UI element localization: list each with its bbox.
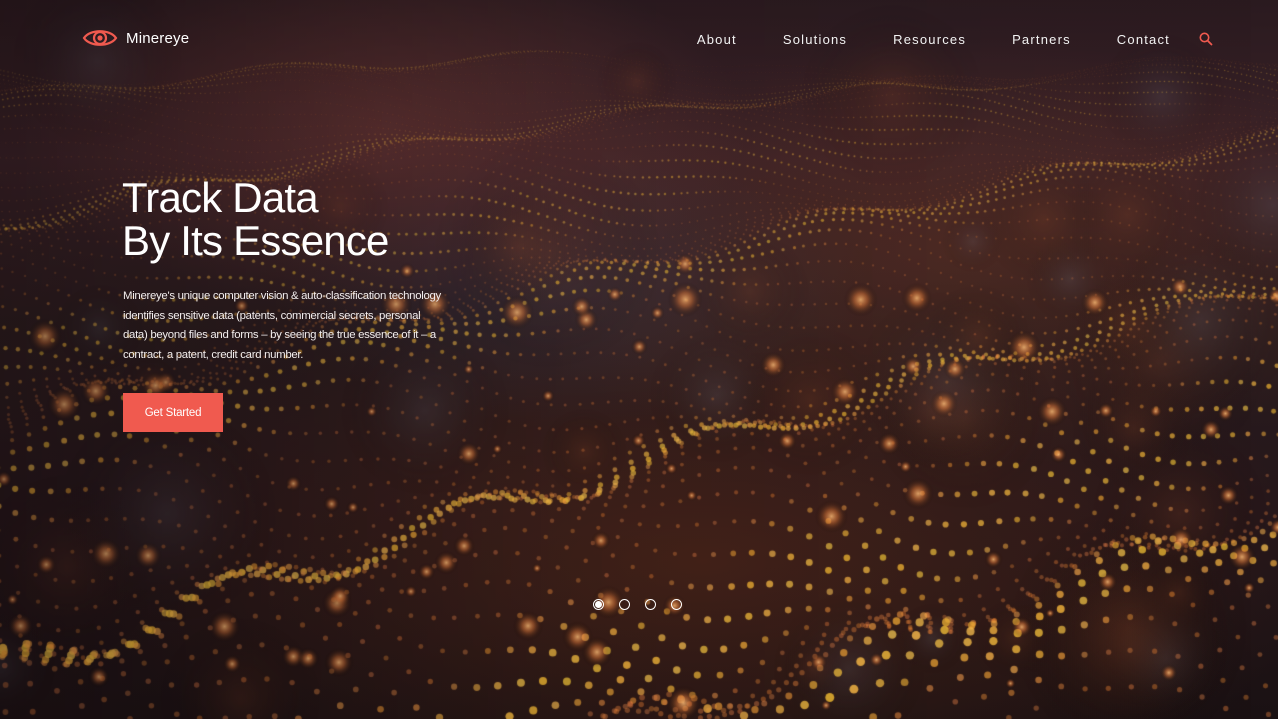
carousel-dot-1[interactable] [593, 599, 604, 610]
nav-item-resources[interactable]: Resources [893, 32, 966, 47]
headline-line-2: By Its Essence [122, 217, 389, 264]
brand-logo[interactable]: Minereye [82, 26, 189, 50]
hero-headline: Track Data By Its Essence [122, 176, 389, 262]
carousel-indicators [593, 599, 682, 610]
hero-section: Minereye About Solutions Resources Partn… [0, 0, 1278, 719]
nav-item-about[interactable]: About [697, 32, 737, 47]
eye-icon [82, 30, 118, 46]
carousel-dot-2[interactable] [619, 599, 630, 610]
brand-name: Minereye [126, 29, 190, 47]
nav-item-contact[interactable]: Contact [1117, 32, 1170, 47]
search-icon[interactable] [1198, 31, 1214, 47]
nav-item-partners[interactable]: Partners [1012, 32, 1071, 47]
carousel-dot-4[interactable] [671, 599, 682, 610]
get-started-button[interactable]: Get Started [123, 393, 223, 432]
carousel-dot-3[interactable] [645, 599, 656, 610]
headline-line-1: Track Data [122, 174, 319, 221]
hero-description: Minereye's unique computer vision & auto… [123, 290, 441, 361]
main-nav: About Solutions Resources Partners Conta… [697, 31, 1214, 47]
nav-item-solutions[interactable]: Solutions [783, 32, 847, 47]
